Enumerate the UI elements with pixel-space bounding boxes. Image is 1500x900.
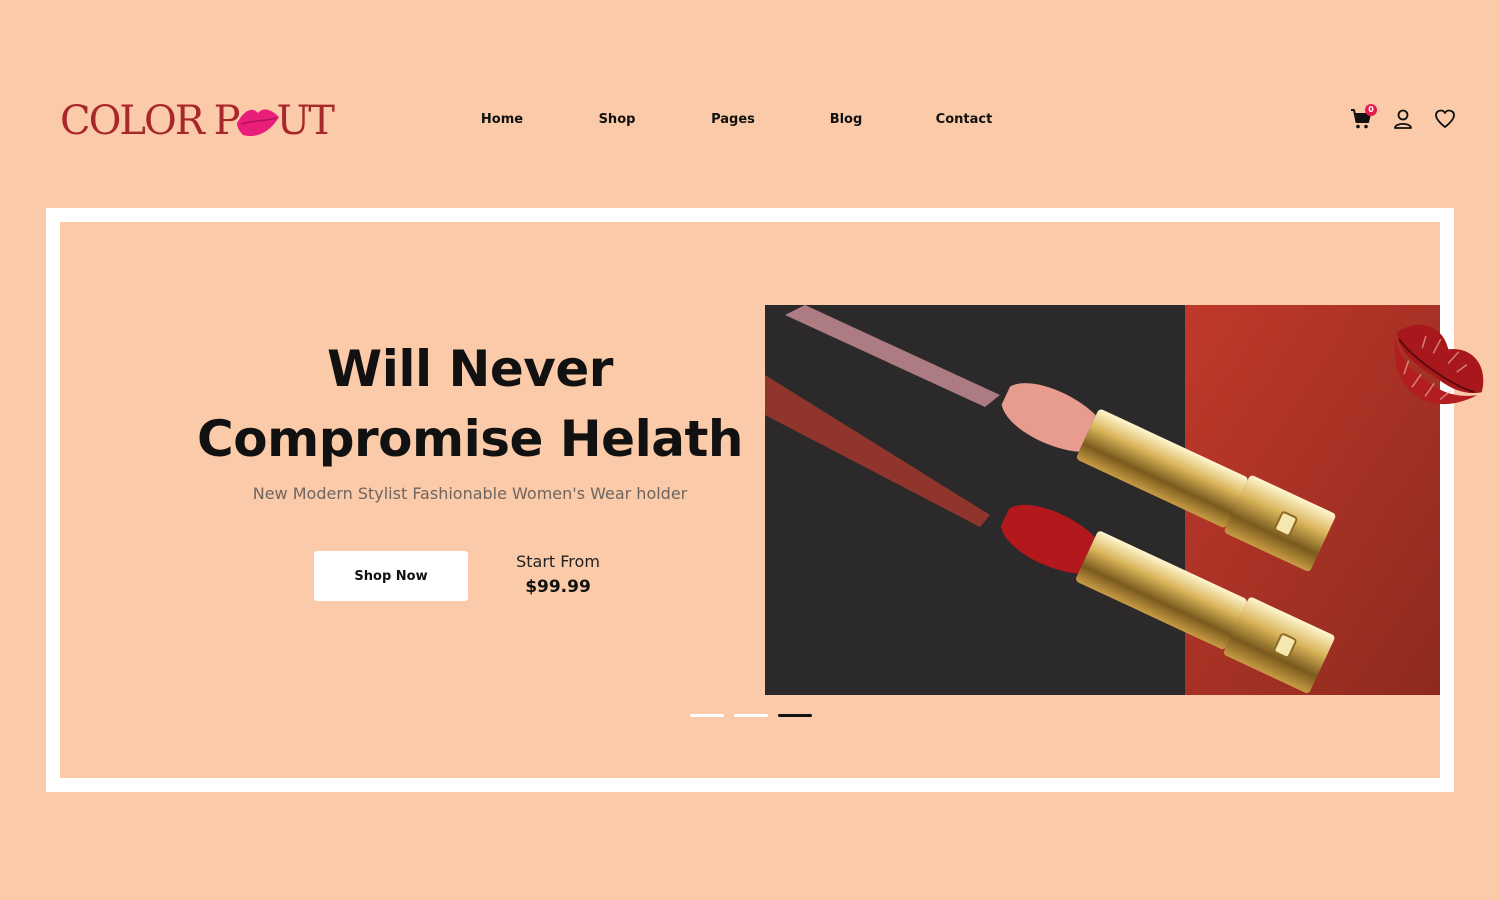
logo-text-left: COLOR P [60, 98, 240, 144]
hero-headline: Will Never Compromise Helath [190, 334, 750, 474]
price-value: $99.99 [525, 577, 591, 597]
shop-now-button[interactable]: Shop Now [314, 551, 468, 601]
lipstick-product-image [765, 305, 1440, 695]
price-block: Start From $99.99 [498, 552, 618, 597]
nav-pages[interactable]: Pages [711, 112, 755, 127]
hero-banner: Will Never Compromise Helath New Modern … [60, 222, 1484, 778]
nav-shop[interactable]: Shop [599, 112, 636, 127]
kiss-mark-decoration [1394, 324, 1484, 405]
price-label: Start From [516, 552, 600, 571]
hero-headline-line1: Will Never [327, 340, 613, 398]
hero-headline-line2: Compromise Helath [197, 410, 743, 468]
slider-dot-2[interactable] [734, 714, 768, 717]
hero-subtitle: New Modern Stylist Fashionable Women's W… [252, 484, 688, 503]
nav-home[interactable]: Home [481, 112, 523, 127]
header-icons: 0 [1348, 104, 1458, 132]
cart-count-badge: 0 [1365, 104, 1377, 116]
nav-blog[interactable]: Blog [830, 112, 863, 127]
logo-text-right: UT [276, 98, 335, 144]
slider-dot-1[interactable] [690, 714, 724, 717]
brand-logo[interactable]: COLOR P UT [60, 96, 335, 146]
wishlist-button[interactable] [1432, 106, 1458, 132]
nav-contact[interactable]: Contact [936, 112, 993, 127]
user-icon [1394, 109, 1412, 129]
heart-icon [1435, 109, 1455, 128]
hero-frame: Will Never Compromise Helath New Modern … [46, 208, 1484, 792]
cart-button[interactable]: 0 [1348, 104, 1377, 132]
slider-dot-3[interactable] [778, 714, 812, 717]
lips-logo-icon [236, 109, 279, 137]
slider-dots [690, 714, 812, 717]
account-button[interactable] [1390, 106, 1416, 132]
